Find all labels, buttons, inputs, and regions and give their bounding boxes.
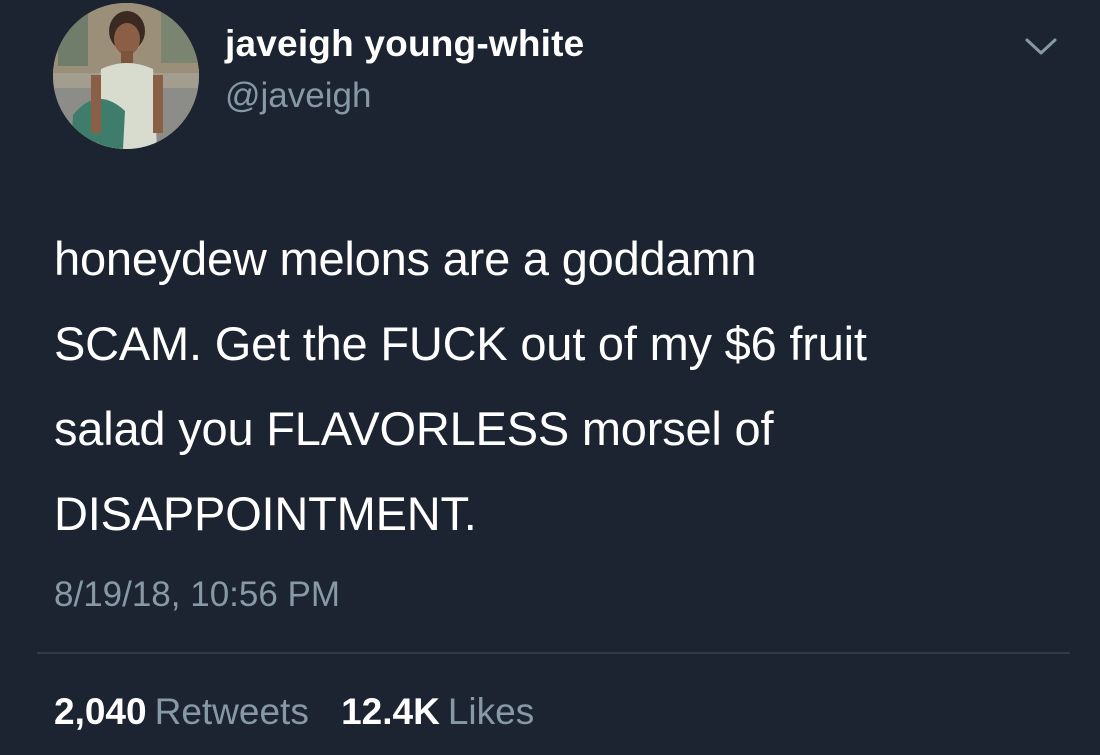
likes-count: 12.4K	[341, 691, 440, 732]
chevron-down-icon[interactable]	[1021, 34, 1061, 60]
avatar[interactable]	[53, 3, 199, 149]
retweets-label: Retweets	[154, 691, 309, 732]
tweet-card: javeigh young-white @javeigh honeydew me…	[0, 0, 1100, 755]
likes-label: Likes	[447, 691, 535, 732]
retweets-stat[interactable]: 2,040 Retweets	[54, 690, 309, 734]
author-handle[interactable]: @javeigh	[225, 76, 371, 116]
tweet-timestamp[interactable]: 8/19/18, 10:56 PM	[54, 573, 340, 617]
retweets-count: 2,040	[54, 691, 147, 732]
author-name[interactable]: javeigh young-white	[225, 24, 584, 64]
avatar-photo	[53, 3, 199, 149]
tweet-text: honeydew melons are a goddamn SCAM. Get …	[54, 232, 867, 540]
divider	[37, 652, 1070, 654]
likes-stat[interactable]: 12.4K Likes	[341, 690, 534, 734]
tweet-stats: 2,040 Retweets 12.4K Likes	[54, 690, 556, 734]
